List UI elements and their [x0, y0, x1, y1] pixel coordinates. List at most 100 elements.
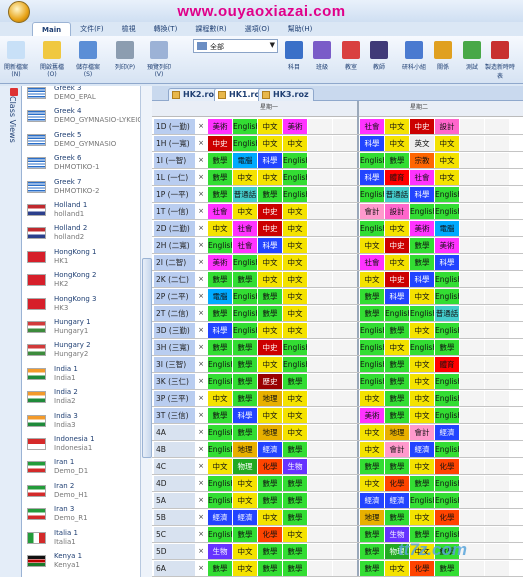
list-item[interactable]: Iran 2 Demo_H1 — [24, 481, 140, 504]
timetable-cell[interactable]: 設計 — [435, 119, 459, 134]
timetable-cell[interactable] — [308, 357, 332, 372]
timetable-cell[interactable]: 中文 — [385, 221, 409, 236]
row-label[interactable]: 2P (二平) — [154, 289, 195, 304]
row-label[interactable]: 2D (二勤) — [154, 221, 195, 236]
row-label[interactable]: 4C — [154, 459, 195, 474]
timetable-cell[interactable]: 中文 — [208, 391, 232, 406]
timetable-cell[interactable] — [333, 476, 357, 491]
row-close-icon[interactable]: × — [196, 238, 206, 253]
timetable-cell[interactable] — [460, 493, 484, 508]
timetable-cell[interactable]: English — [360, 221, 384, 236]
timetable-cell[interactable]: 中文 — [283, 204, 307, 219]
timetable-cell[interactable]: 中文 — [410, 323, 434, 338]
timetable-cell[interactable] — [485, 391, 509, 406]
timetable-cell[interactable]: 美術 — [208, 255, 232, 270]
row-close-icon[interactable]: × — [196, 476, 206, 491]
timetable-cell[interactable]: English — [410, 204, 434, 219]
timetable-cell[interactable]: 地理 — [233, 442, 257, 457]
list-item[interactable]: Iran 3 Demo_R1 — [24, 504, 140, 527]
timetable-cell[interactable]: 化學 — [435, 459, 459, 474]
list-item[interactable]: India 1 India1 — [24, 364, 140, 387]
timetable-cell[interactable] — [308, 153, 332, 168]
timetable-cell[interactable] — [485, 408, 509, 423]
timetable-cell[interactable]: 科學 — [360, 170, 384, 185]
timetable-cell[interactable] — [485, 204, 509, 219]
timetable-cell[interactable]: 會計 — [360, 204, 384, 219]
timetable-cell[interactable] — [333, 442, 357, 457]
row-close-icon[interactable]: × — [196, 272, 206, 287]
timetable-cell[interactable]: 中文 — [283, 238, 307, 253]
timetable-cell[interactable]: 中文 — [410, 391, 434, 406]
timetable-cell[interactable] — [460, 476, 484, 491]
timetable-cell[interactable]: English — [208, 425, 232, 440]
timetable-cell[interactable]: 電腦 — [233, 153, 257, 168]
timetable-cell[interactable]: 中文 — [283, 408, 307, 423]
timetable-cell[interactable] — [308, 391, 332, 406]
timetable-cell[interactable]: 中史 — [258, 340, 282, 355]
timetable-cell[interactable]: 中文 — [233, 204, 257, 219]
timetable-cell[interactable]: 中文 — [360, 425, 384, 440]
row-label[interactable]: 1L (一仁) — [154, 170, 195, 185]
timetable-cell[interactable] — [485, 170, 509, 185]
timetable-cell[interactable]: English — [283, 357, 307, 372]
row-close-icon[interactable]: × — [196, 170, 206, 185]
ribbon-tab-0[interactable]: Main — [32, 22, 72, 36]
list-item[interactable]: Greek 6 DHMOTIKO-1 — [24, 153, 140, 176]
timetable-cell[interactable]: 中文 — [258, 136, 282, 151]
timetable-cell[interactable] — [333, 340, 357, 355]
timetable-cell[interactable] — [308, 170, 332, 185]
timetable-cell[interactable]: 數學 — [208, 272, 232, 287]
timetable-cell[interactable]: 中文 — [385, 119, 409, 134]
timetable-cell[interactable]: 科學 — [258, 153, 282, 168]
timetable-cell[interactable]: 化學 — [258, 459, 282, 474]
row-close-icon[interactable]: × — [196, 391, 206, 406]
row-label[interactable]: 5D — [154, 544, 195, 559]
timetable-cell[interactable]: 生物 — [208, 544, 232, 559]
timetable-cell[interactable]: English — [435, 476, 459, 491]
ribbon-button-1[interactable]: 開啟舊檔(O) — [36, 39, 68, 78]
timetable-cell[interactable] — [485, 187, 509, 202]
timetable-cell[interactable] — [333, 221, 357, 236]
row-label[interactable]: 1T (一信) — [154, 204, 195, 219]
timetable-cell[interactable]: 會計 — [385, 442, 409, 457]
timetable-cell[interactable] — [308, 425, 332, 440]
list-item[interactable]: India 2 India2 — [24, 387, 140, 410]
timetable-cell[interactable] — [333, 136, 357, 151]
timetable-cell[interactable] — [333, 391, 357, 406]
timetable-cell[interactable]: 中文 — [258, 272, 282, 287]
timetable-cell[interactable] — [485, 323, 509, 338]
timetable-cell[interactable]: English — [410, 306, 434, 321]
timetable-cell[interactable]: 中文 — [283, 323, 307, 338]
timetable-cell[interactable]: 數學 — [283, 493, 307, 508]
row-close-icon[interactable]: × — [196, 153, 206, 168]
timetable-cell[interactable]: English — [283, 170, 307, 185]
row-close-icon[interactable]: × — [196, 357, 206, 372]
timetable-cell[interactable]: 中文 — [233, 561, 257, 576]
timetable-cell[interactable]: 數學 — [410, 255, 434, 270]
timetable-cell[interactable]: 數學 — [258, 289, 282, 304]
timetable-cell[interactable] — [333, 527, 357, 542]
timetable-cell[interactable]: 數學 — [258, 476, 282, 491]
timetable-cell[interactable]: 宗教 — [410, 153, 434, 168]
row-label[interactable]: 3T (三信) — [154, 408, 195, 423]
ribbon-button-3[interactable]: 列印(P) — [109, 39, 141, 71]
timetable-cell[interactable]: 中史 — [258, 204, 282, 219]
timetable-cell[interactable] — [485, 153, 509, 168]
timetable-cell[interactable]: 數學 — [233, 340, 257, 355]
timetable-cell[interactable]: 科學 — [208, 323, 232, 338]
timetable-cell[interactable]: 數學 — [208, 408, 232, 423]
timetable-cell[interactable]: 數學 — [258, 306, 282, 321]
timetable-cell[interactable]: 數學 — [385, 391, 409, 406]
timetable-cell[interactable] — [460, 204, 484, 219]
timetable-cell[interactable]: 中文 — [410, 374, 434, 389]
timetable-cell[interactable]: 歷史 — [258, 374, 282, 389]
row-close-icon[interactable]: × — [196, 510, 206, 525]
timetable-cell[interactable]: 化學 — [385, 476, 409, 491]
row-label[interactable]: 3P (三平) — [154, 391, 195, 406]
row-label[interactable]: 3K (三仁) — [154, 374, 195, 389]
timetable-cell[interactable] — [308, 510, 332, 525]
timetable-cell[interactable]: 中文 — [233, 544, 257, 559]
timetable-cell[interactable] — [333, 238, 357, 253]
timetable-cell[interactable] — [308, 136, 332, 151]
timetable-cell[interactable]: 美術 — [208, 119, 232, 134]
